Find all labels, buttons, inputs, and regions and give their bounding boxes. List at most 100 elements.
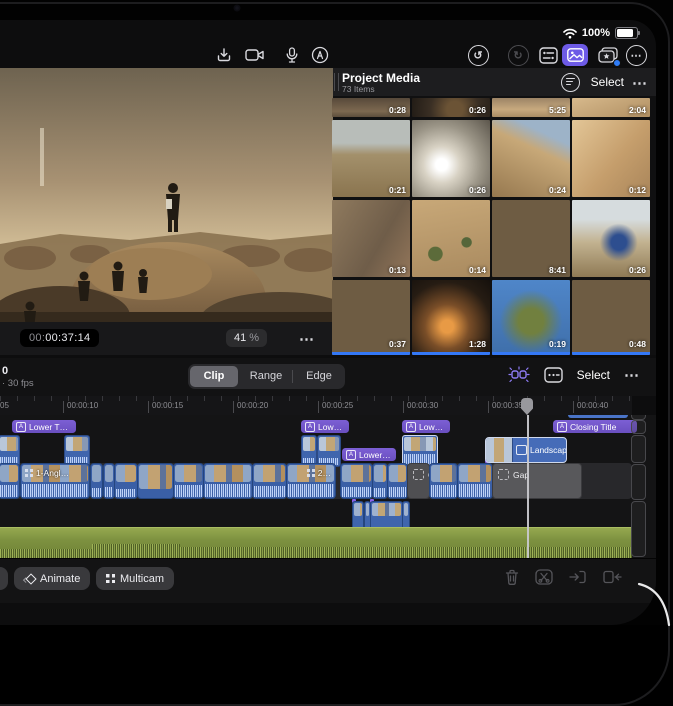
- pencil-tool-button[interactable]: [308, 44, 332, 66]
- panel-grip[interactable]: [334, 73, 339, 91]
- media-thumbnail[interactable]: 0:13: [332, 200, 410, 277]
- track-scroll-segment[interactable]: [631, 501, 646, 557]
- delete-button[interactable]: [505, 569, 519, 585]
- storyline-clip[interactable]: [173, 463, 204, 499]
- track-scroll-segment[interactable]: [631, 464, 646, 500]
- timeline-ruler[interactable]: 05 00:00:10 00:00:15 00:00:20 00:00:25 0…: [0, 396, 632, 415]
- undo-icon: [468, 45, 489, 66]
- storyline-clip[interactable]: [90, 463, 103, 499]
- storyline-clip[interactable]: [340, 463, 373, 499]
- notification-dot: [613, 59, 621, 67]
- redo-button[interactable]: [506, 44, 530, 66]
- import-button[interactable]: [212, 44, 236, 66]
- gap-icon: [498, 469, 509, 480]
- overwrite-button[interactable]: [603, 569, 622, 585]
- viewer-more-button[interactable]: [299, 330, 315, 348]
- multicam-icon: [307, 469, 315, 477]
- front-camera: [234, 5, 240, 11]
- media-thumbnail[interactable]: 0:19: [492, 280, 570, 355]
- inspector-button[interactable]: [536, 44, 560, 66]
- clips-button[interactable]: [596, 44, 620, 66]
- storyline-clip[interactable]: [0, 463, 20, 499]
- media-more-button[interactable]: [632, 74, 648, 92]
- media-select-button[interactable]: Select: [591, 75, 624, 89]
- media-thumbnail[interactable]: 0:28: [332, 98, 410, 117]
- mode-clip[interactable]: Clip: [190, 366, 238, 387]
- storyline-clip[interactable]: [137, 463, 174, 499]
- track-scroll-segment[interactable]: [631, 435, 646, 463]
- media-thumbnail[interactable]: 0:26: [412, 98, 490, 117]
- viewer-image[interactable]: [0, 68, 333, 322]
- microphone-icon: [286, 47, 298, 63]
- timeline-toolbar: Animate Multicam: [0, 558, 656, 603]
- title-clip[interactable]: Lower…: [342, 448, 396, 461]
- camera-icon: [245, 48, 265, 62]
- multicam-icon: [106, 574, 115, 583]
- storyline-clip[interactable]: [252, 463, 287, 499]
- mode-edge[interactable]: Edge: [295, 366, 343, 387]
- landscape-clip[interactable]: Landscap…: [485, 437, 567, 463]
- storyline-clip[interactable]: [457, 463, 493, 499]
- media-thumbnail[interactable]: 1:28: [412, 280, 490, 355]
- media-thumbnail[interactable]: 0:26: [572, 200, 650, 277]
- filter-button[interactable]: [561, 73, 580, 92]
- animate-icon: [24, 573, 35, 584]
- timeline-tracks[interactable]: Lower T… Low… Low… Lower… Closing Title …: [0, 415, 656, 558]
- storyline-clip[interactable]: 2…: [286, 463, 336, 499]
- storyline-clip[interactable]: [387, 463, 408, 499]
- storyline-clip[interactable]: [203, 463, 253, 499]
- timeline-select-button[interactable]: Select: [577, 368, 610, 382]
- media-item-count: 73 Items: [342, 84, 375, 94]
- clip-filmstrip: [486, 438, 513, 462]
- title-clip[interactable]: Low…: [402, 420, 450, 433]
- timeline-more-button[interactable]: [624, 366, 640, 384]
- enhance-button[interactable]: [508, 366, 530, 384]
- partial-button[interactable]: [0, 567, 8, 590]
- media-thumbnail[interactable]: 0:37: [332, 280, 410, 355]
- battery-icon: [615, 27, 638, 39]
- edit-mode-segmented-control: Clip Range Edge: [188, 364, 345, 389]
- storyline-clip[interactable]: [429, 463, 458, 499]
- animate-button[interactable]: Animate: [14, 567, 90, 590]
- usage-indicator: [412, 352, 490, 355]
- timeline-browser-button[interactable]: [544, 367, 563, 383]
- usage-indicator: [492, 352, 570, 355]
- media-thumbnail[interactable]: 0:21: [332, 120, 410, 197]
- ruler-label: 00:00:10: [63, 401, 98, 413]
- project-frame-rate: · 30 fps: [2, 378, 34, 389]
- media-thumbnail[interactable]: 0:48: [572, 280, 650, 355]
- media-thumbnail[interactable]: 0:14: [412, 200, 490, 277]
- storyline-clip[interactable]: [372, 463, 388, 499]
- media-browser-button[interactable]: [562, 44, 588, 66]
- voiceover-button[interactable]: [280, 44, 304, 66]
- gap-clip[interactable]: Gap: [492, 463, 582, 499]
- audio-clip[interactable]: [0, 527, 632, 558]
- record-button[interactable]: [243, 44, 267, 66]
- media-thumbnail[interactable]: 0:24: [492, 120, 570, 197]
- multicam-button[interactable]: Multicam: [96, 567, 174, 590]
- closing-title-clip[interactable]: Closing Title: [553, 420, 637, 433]
- storyline-clip[interactable]: [114, 463, 138, 499]
- media-thumbnail[interactable]: 0:12: [572, 120, 650, 197]
- playhead-line[interactable]: [527, 415, 529, 558]
- media-thumbnail[interactable]: 2:04: [572, 98, 650, 117]
- mode-range[interactable]: Range: [242, 366, 290, 387]
- zoom-level[interactable]: 41%: [226, 329, 267, 347]
- track-scroll-segment[interactable]: [631, 420, 646, 434]
- connected-clip[interactable]: [568, 415, 628, 418]
- more-button[interactable]: [624, 44, 648, 66]
- status-bar: 100%: [0, 24, 656, 44]
- media-thumbnail[interactable]: 8:41: [492, 200, 570, 277]
- title-clip[interactable]: Lower T…: [12, 420, 76, 433]
- ruler-label: 00:00:20: [233, 401, 268, 413]
- blade-button[interactable]: [535, 569, 553, 585]
- usage-indicator: [332, 352, 410, 355]
- wifi-icon: [563, 28, 577, 39]
- gap-clip[interactable]: G…: [407, 463, 430, 499]
- title-clip[interactable]: Low…: [301, 420, 349, 433]
- media-thumbnail[interactable]: 5:25: [492, 98, 570, 117]
- undo-button[interactable]: [466, 44, 490, 66]
- media-thumbnail[interactable]: 0:26: [412, 120, 490, 197]
- insert-button[interactable]: [569, 569, 587, 585]
- storyline-clip[interactable]: 1-Angl…: [20, 463, 90, 499]
